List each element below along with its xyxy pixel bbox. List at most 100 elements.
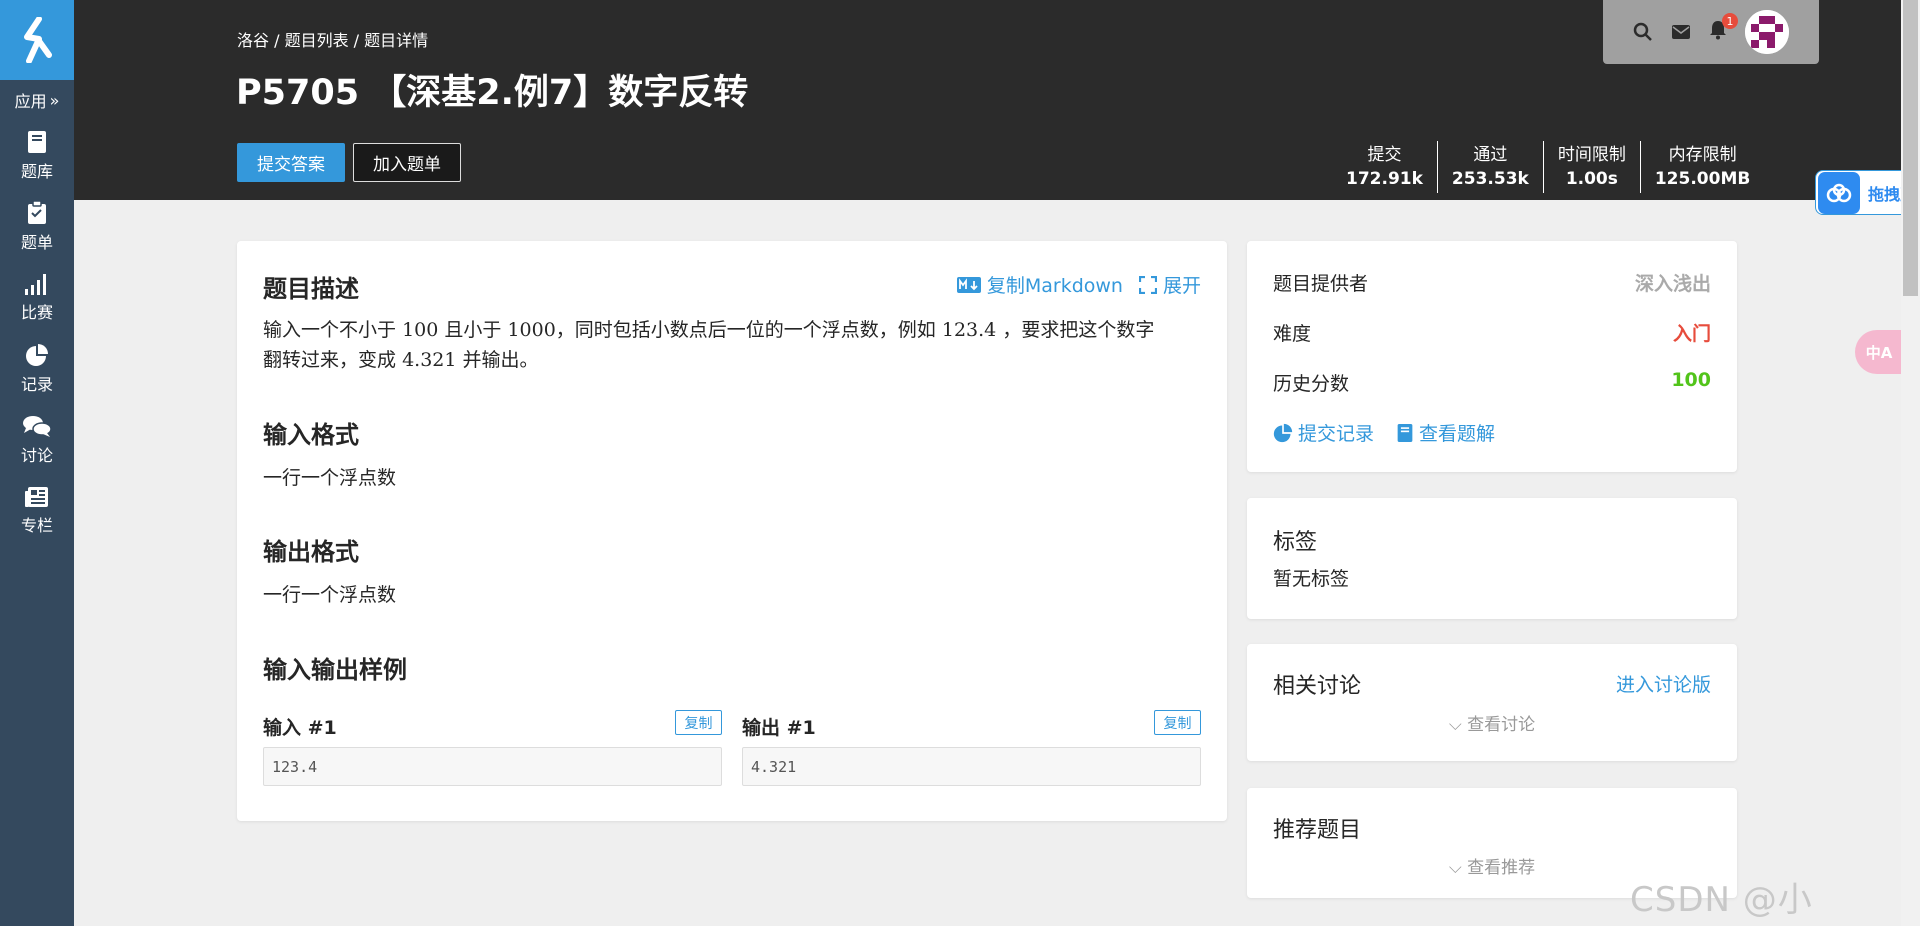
- newspaper-icon: [25, 486, 48, 507]
- comments-icon: [23, 415, 52, 437]
- search-icon[interactable]: [1633, 22, 1653, 42]
- stat-memory-limit: 内存限制 125.00MB: [1639, 141, 1764, 193]
- luogu-logo-icon: [24, 17, 52, 63]
- translate-label: 中A: [1865, 343, 1893, 362]
- stat-value: 1.00s: [1565, 169, 1618, 189]
- markdown-icon: [956, 276, 981, 293]
- expand-label: 展开: [1162, 275, 1201, 297]
- history-score-value: 100: [1671, 369, 1711, 391]
- tags-card: 标签 暂无标签: [1247, 498, 1737, 619]
- samples-heading: 输入输出样例: [263, 656, 407, 684]
- avatar-identicon-icon: [1745, 10, 1789, 54]
- nav-item-column[interactable]: 专栏: [0, 475, 74, 546]
- nav-item-label: 比赛: [20, 302, 53, 322]
- provider-value[interactable]: 深入浅出: [1635, 269, 1711, 296]
- luogu-logo[interactable]: [0, 0, 74, 80]
- left-nav: 应用 » 题库 题单 比赛 记录 讨论 专栏: [0, 0, 74, 926]
- difficulty-label: 难度: [1273, 323, 1312, 345]
- stat-value: 172.91k: [1346, 169, 1423, 189]
- chevron-down-icon: ⌵: [1448, 858, 1462, 878]
- text-fragment: 且小于: [444, 319, 502, 341]
- problem-info-card: 题目提供者 深入浅出 难度 入门 历史分数 100 提交记录 查看题解: [1247, 241, 1737, 472]
- input-format-text: 一行一个浮点数: [263, 467, 397, 489]
- double-chevron-right-icon: »: [49, 90, 60, 110]
- text-fragment: ，同时包括小数点后一位的一个浮点数，例如: [555, 319, 936, 341]
- view-solutions-link[interactable]: 查看题解: [1396, 419, 1495, 446]
- copy-markdown-button[interactable]: 复制Markdown: [956, 271, 1123, 298]
- clipboard-icon: [28, 200, 46, 224]
- info-links: 提交记录 查看题解: [1273, 419, 1711, 446]
- sample-input-label: 输入 #1: [263, 717, 337, 739]
- math-value: 1000: [507, 319, 556, 341]
- translate-widget[interactable]: 中A: [1855, 330, 1903, 374]
- sample-output-label: 输出 #1: [742, 717, 816, 739]
- nav-item-label: 题单: [20, 232, 53, 252]
- add-to-list-button[interactable]: 加入题单: [353, 143, 461, 182]
- copy-output-button[interactable]: 复制: [1154, 710, 1201, 735]
- user-toolbar: 1: [1603, 0, 1819, 64]
- nav-item-label: 讨论: [20, 445, 53, 465]
- nav-item-problems[interactable]: 题库: [0, 120, 74, 191]
- history-score-row: 历史分数 100: [1273, 369, 1711, 396]
- text-fragment: 翻转过来，变成: [263, 349, 397, 371]
- input-format-heading: 输入格式: [263, 421, 359, 449]
- notification-badge: 1: [1722, 13, 1738, 29]
- recommended-heading: 推荐题目: [1273, 818, 1362, 843]
- difficulty-row: 难度 入门: [1273, 319, 1711, 346]
- problem-toolbar: 复制Markdown 展开: [956, 271, 1201, 298]
- provider-label: 题目提供者: [1273, 273, 1369, 295]
- view-solutions-label: 查看题解: [1419, 423, 1496, 445]
- description-heading: 题目描述: [263, 275, 359, 303]
- expand-button[interactable]: 展开: [1138, 271, 1201, 298]
- output-format-text: 一行一个浮点数: [263, 584, 397, 606]
- nav-item-label: 题库: [20, 161, 53, 181]
- submission-records-link[interactable]: 提交记录: [1273, 419, 1374, 446]
- sample-output-box[interactable]: 4.321: [742, 747, 1201, 786]
- expand-icon: [1138, 275, 1157, 294]
- chevron-down-icon: ⌵: [1448, 715, 1462, 735]
- stat-submissions: 提交 172.91k: [1332, 141, 1437, 193]
- discussion-card: 相关讨论 进入讨论版 ⌵ 查看讨论: [1247, 644, 1737, 761]
- view-discussion-label: 查看讨论: [1467, 715, 1536, 735]
- nav-item-contest[interactable]: 比赛: [0, 262, 74, 333]
- problem-content-card: 题目描述 复制Markdown 展开 输入一个不小于 100 且小于 1000，…: [237, 241, 1227, 821]
- history-score-label: 历史分数: [1273, 373, 1350, 395]
- envelope-icon[interactable]: [1671, 24, 1691, 40]
- view-recommended-label: 查看推荐: [1467, 858, 1536, 878]
- nav-item-discuss[interactable]: 讨论: [0, 404, 74, 475]
- nav-item-records[interactable]: 记录: [0, 333, 74, 404]
- stat-label: 提交: [1367, 145, 1402, 165]
- copy-input-button[interactable]: 复制: [675, 710, 722, 735]
- page-title: P5705 【深基2.例7】数字反转: [236, 73, 749, 113]
- notifications-button[interactable]: 1: [1709, 13, 1738, 44]
- book-icon: [28, 130, 46, 153]
- signal-bars-icon: [25, 273, 46, 295]
- text-fragment: 输入一个不小于: [263, 319, 397, 341]
- problem-stats: 提交 172.91k 通过 253.53k 时间限制 1.00s 内存限制 12…: [1332, 141, 1764, 193]
- difficulty-value: 入门: [1672, 323, 1711, 345]
- text-fragment: ，要求把这个数字: [1002, 319, 1155, 341]
- breadcrumb[interactable]: 洛谷 / 题目列表 / 题目详情: [237, 27, 428, 51]
- csdn-watermark: CSDN @小: [1630, 880, 1813, 920]
- nav-item-training[interactable]: 题单: [0, 191, 74, 262]
- description-text: 输入一个不小于 100 且小于 1000，同时包括小数点后一位的一个浮点数，例如…: [263, 315, 1213, 375]
- math-value: 100: [402, 319, 439, 341]
- nav-item-label: 记录: [20, 374, 53, 394]
- submit-answer-button[interactable]: 提交答案: [237, 143, 345, 182]
- stat-time-limit: 时间限制 1.00s: [1542, 141, 1640, 193]
- submission-records-label: 提交记录: [1298, 423, 1375, 445]
- math-value: 123.4: [941, 319, 997, 341]
- provider-row: 题目提供者 深入浅出: [1273, 269, 1711, 296]
- enter-discussion-link[interactable]: 进入讨论版: [1616, 670, 1711, 697]
- stat-accepted: 通过 253.53k: [1436, 141, 1543, 193]
- nav-item-label: 专栏: [20, 515, 53, 535]
- sample-input-box[interactable]: 123.4: [263, 747, 722, 786]
- tags-empty-text: 暂无标签: [1273, 568, 1350, 590]
- cloud-icon: [1818, 171, 1860, 214]
- apps-label: 应用: [14, 92, 47, 111]
- avatar[interactable]: [1745, 10, 1789, 54]
- apps-toggle[interactable]: 应用 »: [0, 80, 74, 120]
- text-fragment: 并输出。: [462, 349, 539, 371]
- page-scrollbar-thumb[interactable]: [1903, 0, 1918, 296]
- view-discussion-toggle[interactable]: ⌵ 查看讨论: [1247, 710, 1737, 735]
